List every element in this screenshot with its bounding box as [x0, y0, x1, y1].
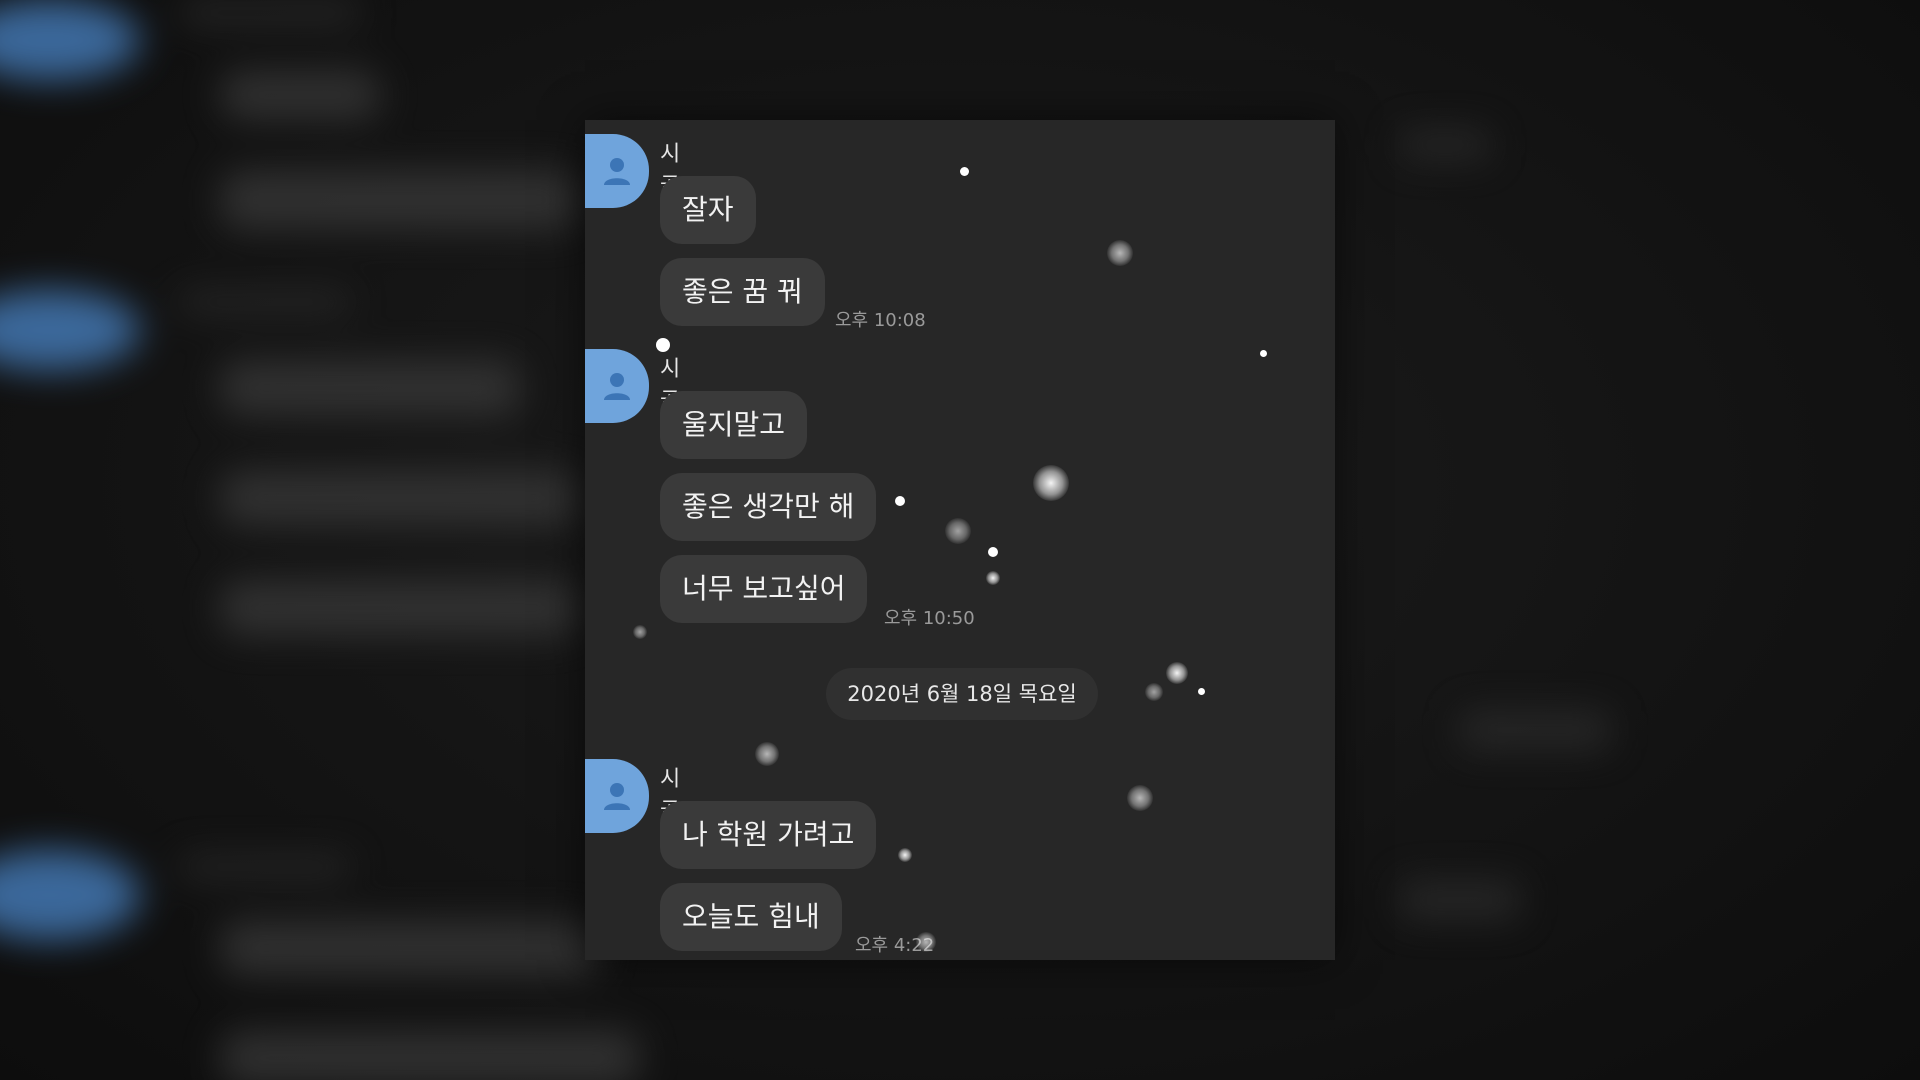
blurred-line [1400, 880, 1520, 920]
blurred-line [180, 855, 350, 879]
blurred-avatar [0, 0, 140, 80]
person-icon [604, 783, 630, 810]
snow-particle [1033, 465, 1069, 501]
snow-particle [633, 625, 647, 639]
blurred-avatar [0, 290, 140, 370]
snow-particle [986, 571, 1000, 585]
message-bubble[interactable]: 좋은 생각만 해 [660, 473, 877, 541]
chat-screenshot: 시골쥐 잘자 좋은 꿈 꿔 오후 10:08 시골쥐 울지말고 좋은 생각만 해… [585, 120, 1335, 960]
wallpaper: 시골쥐 잘자 좋은 꿈 꿔 오후 10:08 시골쥐 울지말고 좋은 생각만 해… [0, 0, 1920, 1080]
snow-particle [898, 848, 912, 862]
person-icon [604, 373, 630, 400]
snow-particle [960, 167, 969, 176]
message-bubble[interactable]: 울지말고 [660, 391, 808, 459]
snow-particle [895, 496, 905, 506]
avatar[interactable] [585, 349, 649, 423]
message-bubble[interactable]: 잘자 [660, 176, 756, 244]
snow-particle [1260, 350, 1267, 357]
message-bubble[interactable]: 나 학원 가려고 [660, 801, 877, 869]
blurred-bubble [220, 170, 580, 230]
snow-particle [1107, 240, 1133, 266]
blurred-bubble [220, 920, 600, 976]
blurred-bubble [220, 1030, 640, 1080]
blurred-line [180, 290, 350, 314]
blurred-line [1460, 710, 1610, 750]
message-time: 오후 10:08 [835, 310, 926, 331]
blurred-bubble [220, 360, 520, 416]
snow-particle [1198, 688, 1205, 695]
snow-particle [656, 338, 670, 352]
person-icon [604, 158, 630, 185]
snow-particle [1166, 662, 1188, 684]
message-bubble[interactable]: 오늘도 힘내 [660, 883, 842, 951]
avatar[interactable] [585, 134, 649, 208]
date-divider: 2020년 6월 18일 목요일 [826, 668, 1098, 720]
message-bubble[interactable]: 좋은 꿈 꿔 [660, 258, 825, 326]
blurred-bubble [220, 580, 580, 636]
snow-particle [1127, 785, 1153, 811]
message-bubble[interactable]: 너무 보고싶어 [660, 555, 868, 623]
blurred-bubble [220, 70, 380, 120]
blurred-line [180, 0, 360, 26]
blurred-bubble [220, 470, 580, 526]
message-time: 오후 10:50 [884, 608, 975, 629]
avatar[interactable] [585, 759, 649, 833]
snow-particle [755, 742, 779, 766]
snow-particle [945, 518, 971, 544]
snow-particle [1145, 683, 1163, 701]
snow-particle [988, 547, 998, 557]
snow-particle [916, 932, 936, 952]
blurred-line [1400, 130, 1490, 160]
blurred-avatar [0, 850, 140, 940]
